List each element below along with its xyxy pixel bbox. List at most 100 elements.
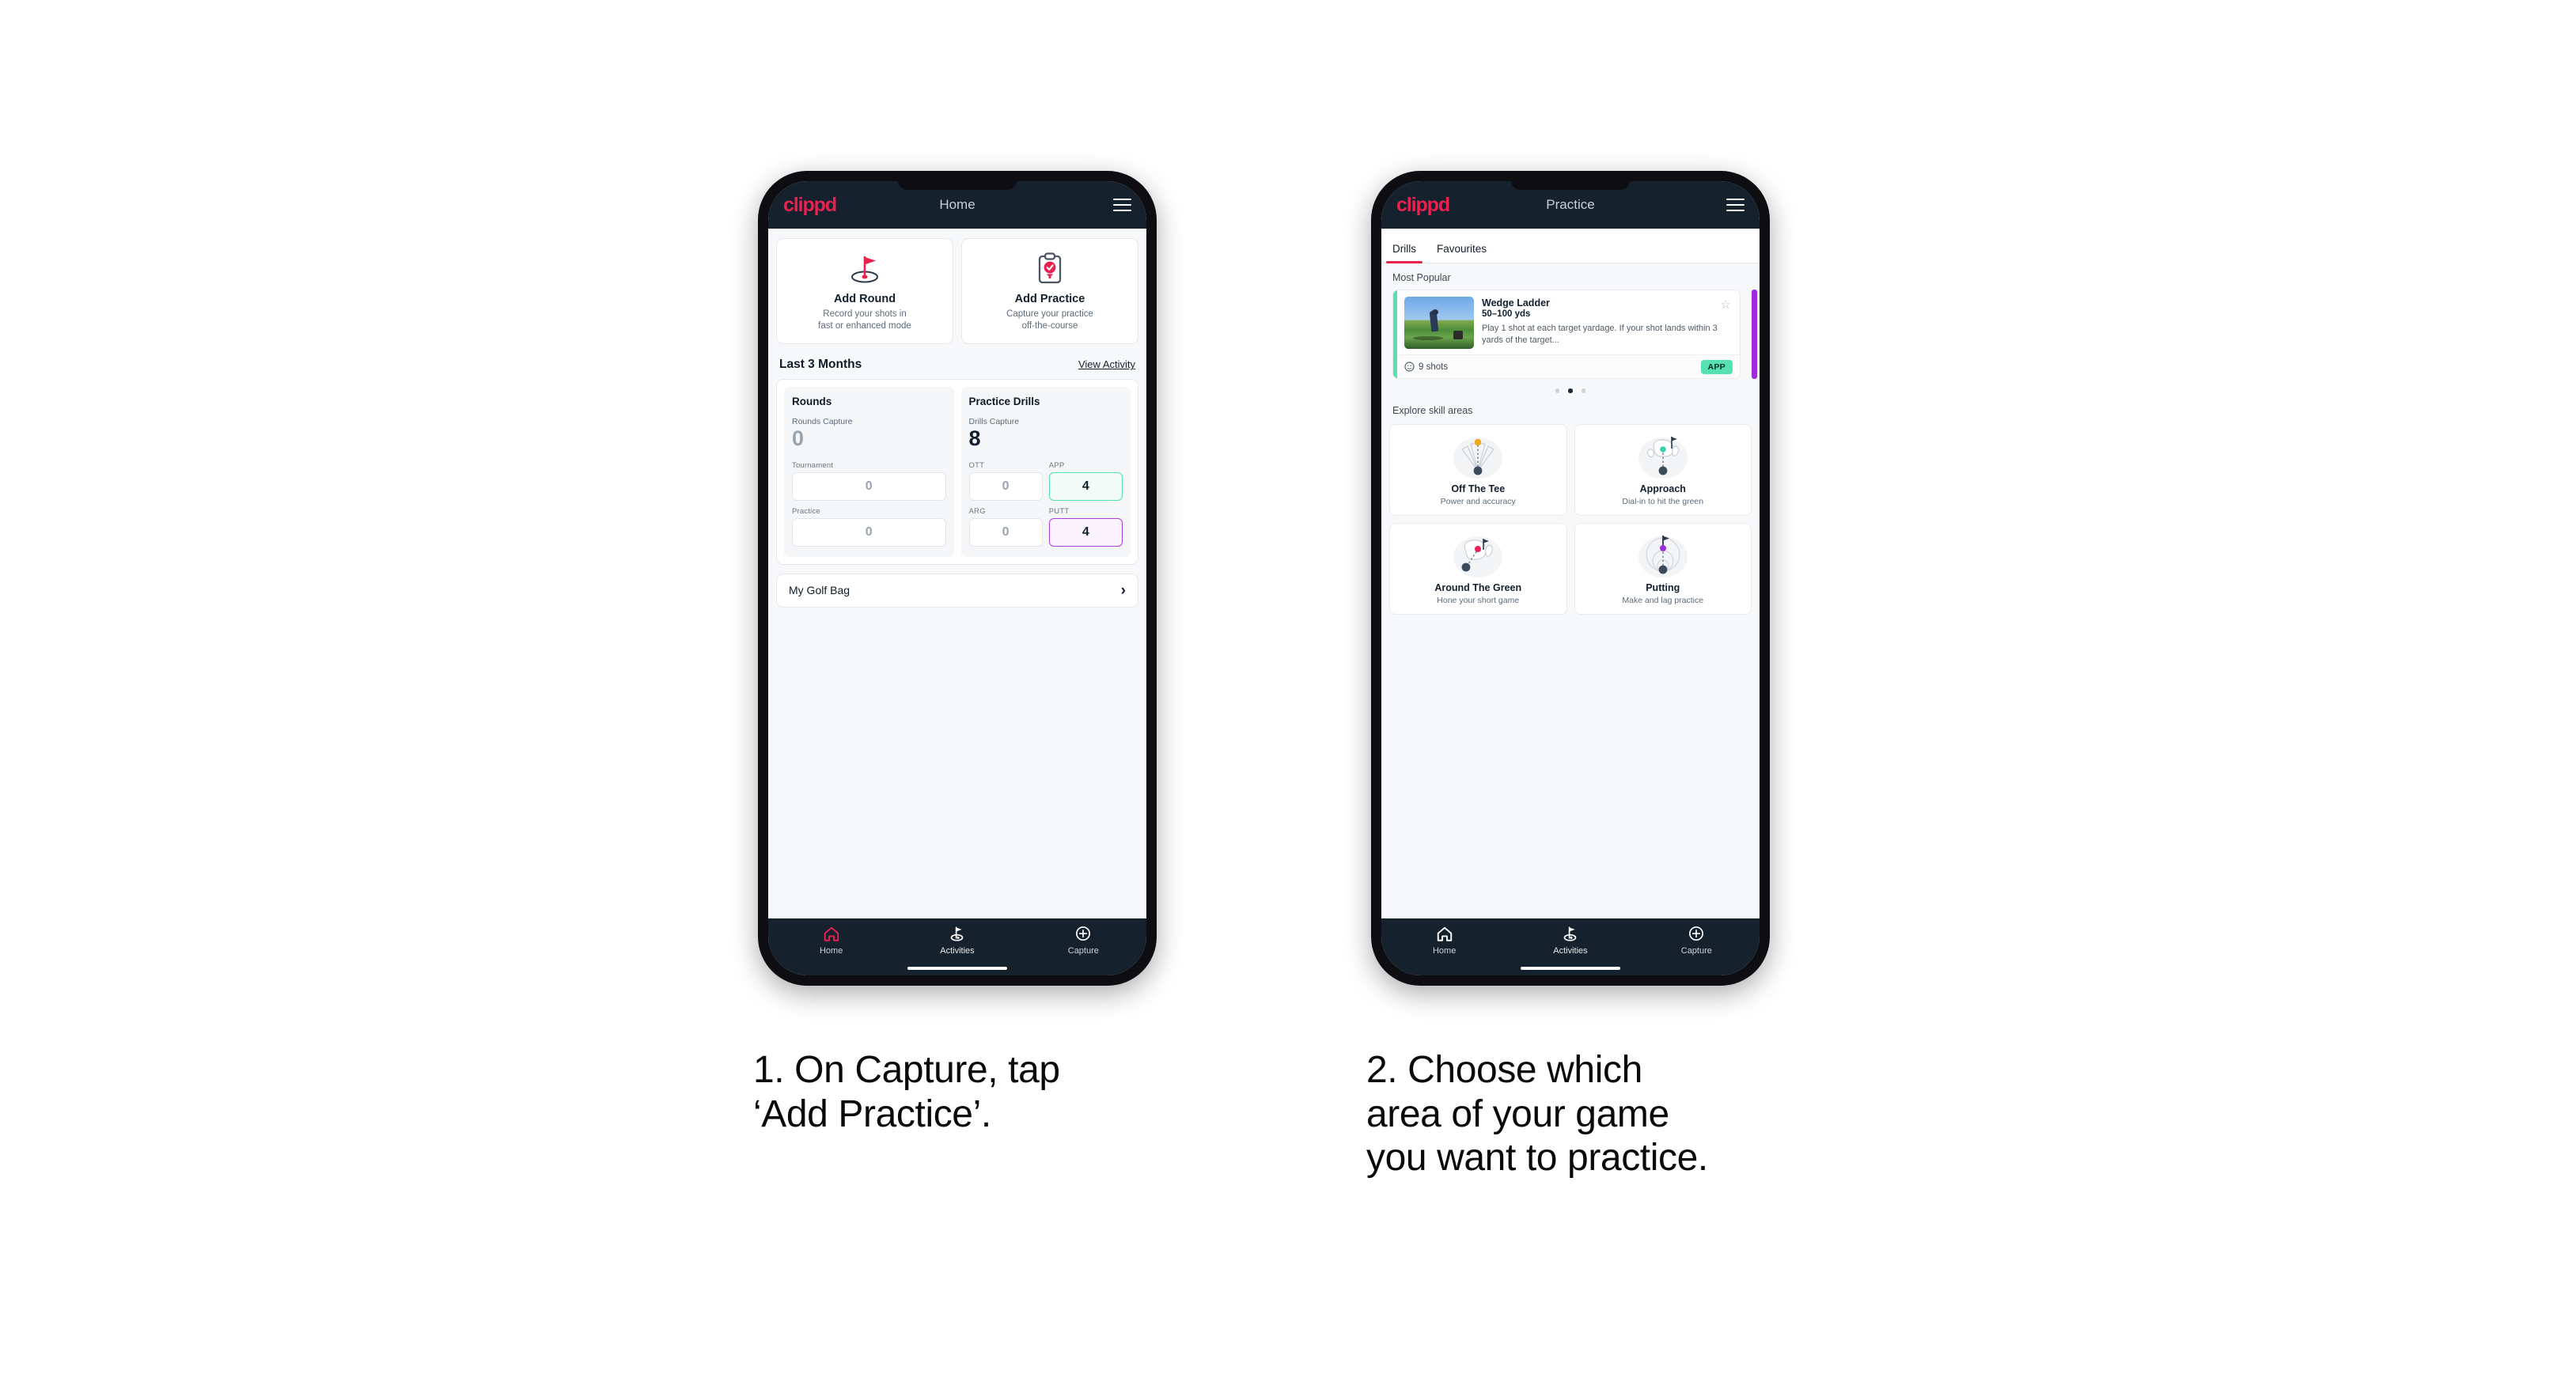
caption-2-line-1: 2. Choose which	[1366, 1049, 1642, 1091]
skill-title: Around The Green	[1434, 581, 1522, 593]
hamburger-icon[interactable]	[1113, 198, 1131, 212]
mini-value: 0	[968, 471, 1043, 501]
caption-1-line-1: 1. On Capture, tap	[753, 1049, 1060, 1091]
rounds-capture-label: Rounds Capture	[792, 417, 853, 427]
next-card-peek[interactable]	[1752, 290, 1757, 379]
drill-card-wedge-ladder[interactable]: Wedge Ladder 50–100 yds Play 1 shot at e…	[1392, 290, 1741, 379]
drill-shots: 9 shots	[1404, 362, 1448, 372]
nav-item-activities[interactable]: Activities	[1507, 926, 1633, 956]
skill-sub: Dial-in to hit the green	[1622, 496, 1704, 506]
clippd-logo: clippd	[1396, 193, 1450, 216]
drills-capture-label: Drills Capture	[968, 417, 1020, 427]
most-popular-label: Most Popular	[1392, 272, 1451, 283]
star-outline-icon[interactable]: ☆	[1721, 297, 1731, 312]
home-icon	[824, 926, 839, 941]
rounds-tournament[interactable]: Tournament 0	[792, 461, 946, 501]
phone1-bottom-nav: Home Activities Capture	[768, 918, 1146, 975]
mini-value: 4	[1048, 517, 1123, 547]
mini-label: Tournament	[792, 460, 834, 470]
phone1-content: Add Round Record your shots in fast or e…	[768, 229, 1146, 918]
add-round-card[interactable]: Add Round Record your shots in fast or e…	[776, 238, 953, 345]
my-golf-bag-row[interactable]: My Golf Bag ›	[776, 573, 1138, 608]
green-approach-icon	[1580, 433, 1747, 482]
drill-yardage: 50–100 yds	[1482, 309, 1531, 319]
drill-accent-bar	[1393, 290, 1397, 378]
drill-stat-ott[interactable]: OTT 0	[968, 461, 1043, 501]
rounds-practice[interactable]: Practice 0	[792, 507, 946, 547]
skill-sub: Power and accuracy	[1440, 496, 1516, 506]
view-activity-link[interactable]: View Activity	[1078, 358, 1135, 370]
nav-item-activities[interactable]: Activities	[894, 926, 1020, 956]
drill-shots-label: 9 shots	[1419, 362, 1449, 372]
rounds-tournament-group: Tournament 0	[792, 461, 946, 501]
phone-mockup-practice: clippd Practice Drills Favourites Most P…	[1371, 171, 1770, 986]
carousel-dot[interactable]	[1581, 388, 1586, 393]
caption-step-1: 1. On Capture, tap ‘Add Practice’.	[753, 1048, 1060, 1136]
hamburger-icon[interactable]	[1726, 198, 1744, 212]
rounds-capture-value: 0	[792, 426, 805, 451]
nav-item-home[interactable]: Home	[768, 926, 894, 956]
mini-value: 0	[792, 517, 946, 547]
tab-drills[interactable]: Drills	[1386, 243, 1422, 263]
clock-icon	[1404, 362, 1415, 372]
quick-actions: Add Round Record your shots in fast or e…	[768, 229, 1146, 345]
phone2-notch	[1511, 181, 1630, 190]
drill-stat-arg[interactable]: ARG 0	[968, 506, 1043, 547]
skill-card-around-the-green[interactable]: Around The Green Hone your short game	[1389, 522, 1567, 615]
nav-label: Activities	[1553, 946, 1588, 956]
home-indicator	[907, 966, 1007, 970]
drill-stat-app[interactable]: APP 4	[1048, 460, 1123, 501]
skill-title: Putting	[1646, 581, 1680, 593]
drill-title: Wedge Ladder	[1482, 297, 1550, 309]
putting-rings-icon	[1580, 532, 1747, 581]
skill-card-off-the-tee[interactable]: Off The Tee Power and accuracy	[1389, 423, 1567, 516]
my-golf-bag-label: My Golf Bag	[789, 584, 850, 597]
explore-skill-areas-label: Explore skill areas	[1392, 404, 1473, 416]
add-round-sub-1: Record your shots in	[823, 309, 907, 319]
section-title: Last 3 Months	[779, 358, 862, 372]
drill-category-badge: APP	[1700, 359, 1733, 374]
home-indicator	[1521, 966, 1620, 970]
phone-mockup-home: clippd Home Add Round Record your shots …	[758, 171, 1157, 986]
skill-card-approach[interactable]: Approach Dial-in to hit the green	[1574, 423, 1752, 516]
mini-label: ARG	[968, 506, 986, 516]
phone2-content: Most Popular Wedge Ladder 50–100 yds Pla…	[1381, 263, 1760, 918]
nav-item-capture[interactable]: Capture	[1634, 926, 1760, 956]
nav-label: Home	[1432, 946, 1457, 956]
mini-value: 0	[968, 517, 1043, 547]
drills-capture-value: 8	[968, 426, 981, 451]
plus-circle-icon	[1689, 926, 1704, 941]
add-practice-sub-1: Capture your practice	[1006, 309, 1093, 319]
drills-heading: Practice Drills	[968, 396, 1040, 408]
phone1-screen: clippd Home Add Round Record your shots …	[768, 181, 1146, 975]
drill-stat-putt[interactable]: PUTT 4	[1048, 506, 1123, 547]
nav-item-capture[interactable]: Capture	[1021, 926, 1146, 956]
carousel-dots	[1381, 379, 1760, 396]
mini-label: APP	[1048, 460, 1065, 470]
caption-2-line-2: area of your game	[1366, 1093, 1669, 1135]
last-3-months-header: Last 3 Months View Activity	[768, 344, 1146, 379]
add-practice-sub-2: off-the-course	[1021, 321, 1078, 331]
nav-label: Capture	[1067, 946, 1099, 956]
rounds-column: Rounds Rounds Capture 0 Tournament 0 Pra…	[784, 387, 954, 557]
mini-value: 0	[792, 471, 946, 501]
carousel-dot-active[interactable]	[1568, 388, 1573, 393]
tab-favourites[interactable]: Favourites	[1437, 243, 1487, 263]
skill-title: Off The Tee	[1451, 483, 1506, 494]
nav-label: Home	[819, 946, 843, 956]
stats-card: Rounds Rounds Capture 0 Tournament 0 Pra…	[776, 379, 1138, 565]
skill-card-putting[interactable]: Putting Make and lag practice	[1574, 522, 1752, 615]
clippd-logo: clippd	[783, 193, 837, 216]
carousel-dot[interactable]	[1555, 388, 1560, 393]
caption-1-line-2: ‘Add Practice’.	[753, 1093, 991, 1135]
skill-title: Approach	[1639, 483, 1686, 494]
drill-card-body: Wedge Ladder 50–100 yds Play 1 shot at e…	[1393, 290, 1740, 354]
add-practice-card[interactable]: Add Practice Capture your practice off-t…	[961, 238, 1138, 345]
drill-carousel[interactable]: Wedge Ladder 50–100 yds Play 1 shot at e…	[1381, 290, 1760, 379]
nav-item-home[interactable]: Home	[1381, 926, 1507, 956]
around-green-icon	[1395, 532, 1562, 581]
drills-row-1: OTT 0 APP 4	[968, 460, 1123, 501]
mini-label: PUTT	[1048, 506, 1070, 516]
golf-flag-icon	[951, 926, 964, 941]
add-round-title: Add Round	[833, 293, 896, 305]
